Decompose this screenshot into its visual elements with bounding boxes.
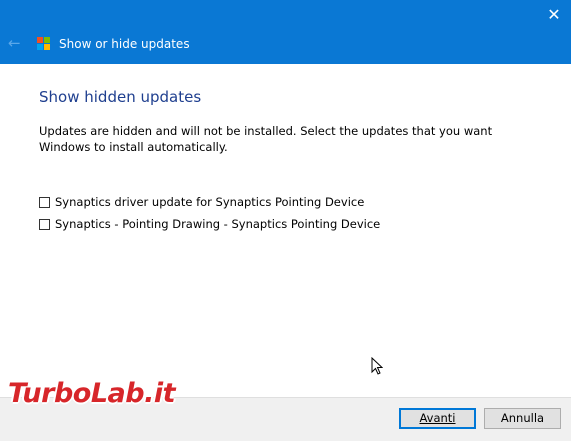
dialog-window: ← Show or hide updates ✕ Show hidden upd…: [0, 0, 571, 441]
window-title: Show or hide updates: [59, 37, 190, 51]
update-checkbox[interactable]: [39, 196, 50, 208]
watermark-text: TurboLab.it: [8, 378, 176, 409]
update-checkbox[interactable]: [39, 218, 50, 230]
watermark-logo: TurboLab.it: [8, 378, 218, 422]
next-button-label: Avanti: [419, 411, 456, 425]
windows-logo-icon: [37, 37, 51, 51]
cancel-button[interactable]: Annulla: [484, 408, 561, 429]
update-label[interactable]: Synaptics - Pointing Drawing - Synaptics…: [55, 217, 380, 231]
next-button[interactable]: Avanti: [399, 408, 476, 429]
page-heading: Show hidden updates: [39, 88, 202, 106]
back-arrow-icon[interactable]: ←: [8, 35, 24, 51]
description-text: Updates are hidden and will not be insta…: [39, 124, 493, 154]
title-bar: ← Show or hide updates ✕: [0, 0, 571, 64]
content-area: Show hidden updates Updates are hidden a…: [0, 64, 571, 397]
update-label[interactable]: Synaptics driver update for Synaptics Po…: [55, 195, 364, 209]
mouse-cursor-icon: [371, 357, 383, 375]
update-item[interactable]: Synaptics driver update for Synaptics Po…: [39, 194, 364, 210]
update-item[interactable]: Synaptics - Pointing Drawing - Synaptics…: [39, 216, 380, 232]
close-icon[interactable]: ✕: [537, 0, 571, 30]
